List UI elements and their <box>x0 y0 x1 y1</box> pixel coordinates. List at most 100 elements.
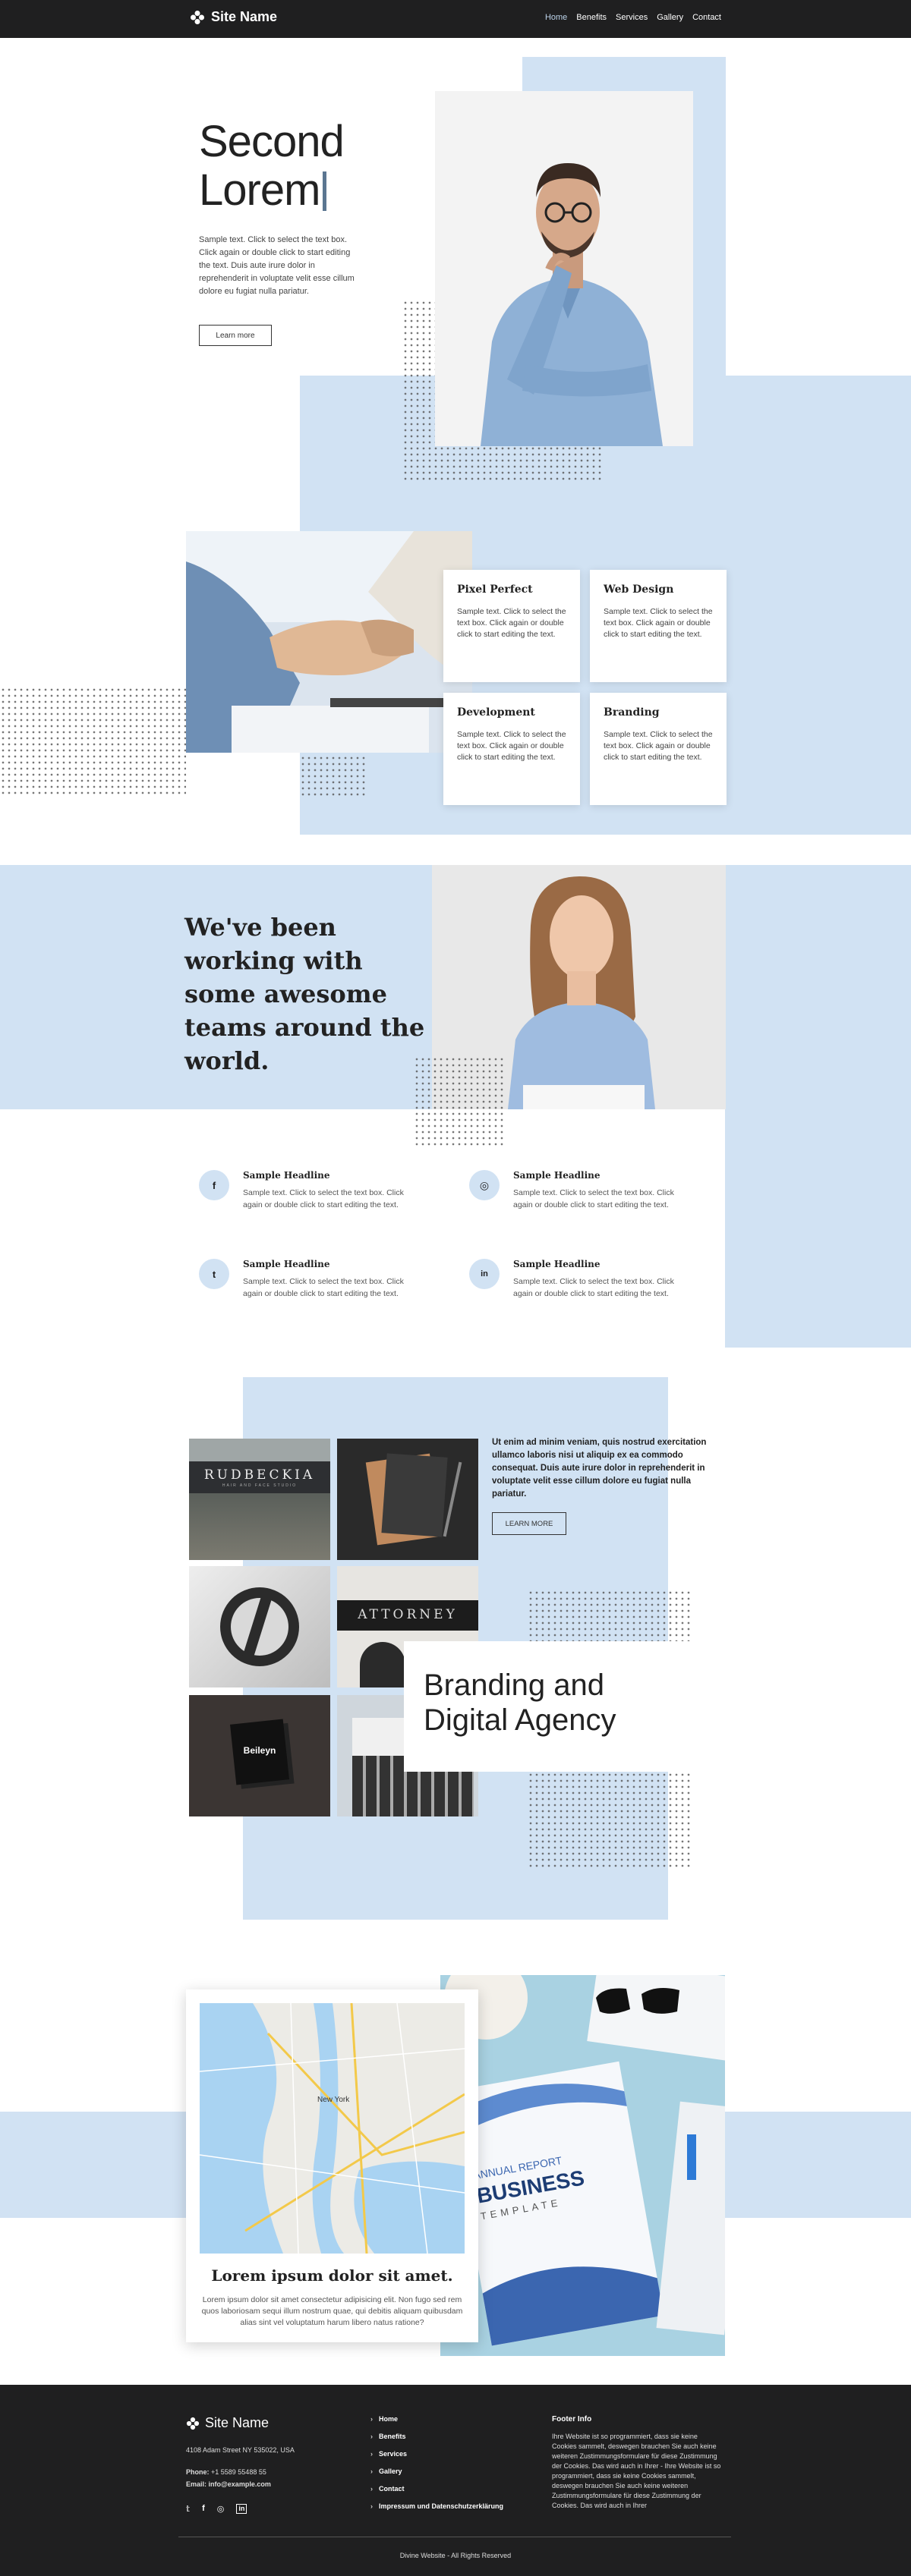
handshake-photo <box>186 531 472 753</box>
service-card-text: Sample text. Click to select the text bo… <box>604 730 713 762</box>
feature-item: in Sample Headline Sample text. Click to… <box>469 1259 697 1298</box>
gallery-text: Ut enim ad minim veniam, quis nostrud ex… <box>492 1438 707 1499</box>
map-illustration: New York <box>200 2003 465 2254</box>
gallery-tile-notebook[interactable] <box>337 1439 478 1560</box>
city-map[interactable]: New York <box>200 2003 465 2254</box>
footer-phone: Phone: +1 5589 55488 55 <box>186 2468 266 2476</box>
feature-text: Sample text. Click to select the text bo… <box>243 1188 404 1209</box>
services-dot-pattern-left <box>0 687 186 797</box>
feature-text: Sample text. Click to select the text bo… <box>243 1277 404 1298</box>
gallery-dot-pattern-top <box>528 1590 692 1641</box>
attorney-sign: ATTORNEY <box>358 1607 458 1622</box>
gallery-dot-pattern-bottom <box>528 1772 692 1869</box>
service-card-pixel-perfect[interactable]: Pixel Perfect Sample text. Click to sele… <box>443 570 580 682</box>
gallery-tile-beileyn[interactable]: Beileyn <box>189 1695 330 1816</box>
hero-text: Sample text. Click to select the text bo… <box>199 235 355 296</box>
instagram-icon[interactable]: ◎ <box>217 2504 225 2514</box>
hero-title-word: Lorem <box>199 165 320 215</box>
hero-learn-more-button[interactable]: Learn more <box>199 325 272 346</box>
linkedin-icon[interactable]: in <box>236 2504 247 2514</box>
icon-glyph: f <box>212 1179 216 1191</box>
handshake-illustration <box>186 531 472 753</box>
teams-dot-pattern <box>414 1056 505 1147</box>
instagram-icon[interactable]: ◎ <box>469 1170 500 1200</box>
service-card-web-design[interactable]: Web Design Sample text. Click to select … <box>590 570 727 682</box>
footer-link-benefits[interactable]: Benefits <box>370 2433 503 2440</box>
hero-title-line1: Second <box>199 117 345 166</box>
feature-title: Sample Headline <box>513 1170 601 1181</box>
branding-title-box: Branding and Digital Agency <box>404 1641 692 1772</box>
phone-value[interactable]: +1 5589 55488 55 <box>211 2468 266 2476</box>
footer-info-text: Ihre Website ist so programmiert, dass s… <box>552 2433 721 2509</box>
feature-title: Sample Headline <box>243 1259 330 1269</box>
email-label: Email: <box>186 2480 207 2488</box>
site-name: Site Name <box>211 9 278 24</box>
nav-home[interactable]: Home <box>545 13 567 22</box>
footer-copyright: Divine Website - All Rights Reserved <box>399 2552 512 2559</box>
footer-link-contact[interactable]: Contact <box>370 2485 503 2493</box>
twitter-icon[interactable]: 𝕥 <box>186 2504 190 2514</box>
map-card-text: Lorem ipsum dolor sit amet consectetur a… <box>201 2295 463 2327</box>
report-photo: ANNUAL REPORT BUSINESS TEMPLATE <box>440 1975 725 2356</box>
flower-logo-icon <box>191 10 204 24</box>
footer-address: 4108 Adam Street NY 535022, USA <box>186 2446 295 2454</box>
services-dot-pattern-right <box>300 755 367 799</box>
nav-contact[interactable]: Contact <box>692 13 721 22</box>
branding-title-line2: Digital Agency <box>424 1703 616 1737</box>
feature-title: Sample Headline <box>513 1259 601 1269</box>
feature-title: Sample Headline <box>243 1170 330 1181</box>
footer-links: Home Benefits Services Gallery Contact I… <box>370 2415 503 2520</box>
footer-logo[interactable]: Site Name <box>186 2415 269 2431</box>
feature-text: Sample text. Click to select the text bo… <box>513 1188 674 1209</box>
hero-man-photo <box>435 91 693 446</box>
gallery-tile-logo[interactable] <box>189 1566 330 1687</box>
service-card-title: Branding <box>604 706 660 719</box>
service-card-development[interactable]: Development Sample text. Click to select… <box>443 693 580 805</box>
footer-site-name: Site Name <box>205 2415 270 2430</box>
nav-services[interactable]: Services <box>616 13 648 22</box>
linkedin-icon[interactable]: in <box>469 1259 500 1289</box>
gallery-tile-rudbeckia[interactable]: RUDBECKIA HAIR AND FACE STUDIO <box>189 1439 330 1560</box>
nav-gallery[interactable]: Gallery <box>657 13 683 22</box>
gallery-learn-more-button[interactable]: LEARN MORE <box>492 1512 566 1535</box>
email-value[interactable]: info@example.com <box>209 2480 271 2488</box>
footer-link-home[interactable]: Home <box>370 2415 503 2423</box>
beileyn-sign: Beileyn <box>243 1745 276 1756</box>
man-illustration <box>435 91 693 446</box>
map-city-label: New York <box>317 2096 350 2104</box>
footer-social: 𝕥 f ◎ in <box>186 2504 247 2514</box>
feature-item: f Sample Headline Sample text. Click to … <box>199 1170 427 1209</box>
site-logo[interactable]: Site Name <box>190 9 277 25</box>
service-card-branding[interactable]: Branding Sample text. Click to select th… <box>590 693 727 805</box>
branding-title-line1: Branding and <box>424 1669 604 1702</box>
site-footer: Site Name 4108 Adam Street NY 535022, US… <box>0 2385 911 2576</box>
hero-title: Second Lorem <box>199 117 345 215</box>
footer-link-gallery[interactable]: Gallery <box>370 2467 503 2475</box>
service-card-text: Sample text. Click to select the text bo… <box>457 730 566 762</box>
teams-headline: We've been working with some awesome tea… <box>184 913 425 1075</box>
service-card-text: Sample text. Click to select the text bo… <box>457 607 566 639</box>
twitter-icon[interactable]: t <box>199 1259 229 1289</box>
icon-glyph: in <box>481 1269 488 1279</box>
icon-glyph: t <box>212 1268 216 1280</box>
facebook-icon[interactable]: f <box>202 2504 205 2514</box>
map-card-title: Lorem ipsum dolor sit amet. <box>211 2266 453 2285</box>
footer-link-services[interactable]: Services <box>370 2450 503 2458</box>
teams-blue-side <box>725 865 911 1348</box>
main-nav: Home Benefits Services Gallery Contact <box>545 13 721 22</box>
feature-item: ◎ Sample Headline Sample text. Click to … <box>469 1170 697 1209</box>
hero-title-line2: Lorem <box>199 166 344 215</box>
annual-report-illustration: ANNUAL REPORT BUSINESS TEMPLATE <box>440 1975 725 2356</box>
nav-benefits[interactable]: Benefits <box>576 13 607 22</box>
rudbeckia-sign: RUDBECKIA <box>203 1467 316 1483</box>
footer-link-impressum[interactable]: Impressum und Datenschutzerklärung <box>370 2502 503 2510</box>
footer-info-title: Footer Info <box>552 2415 592 2423</box>
service-card-text: Sample text. Click to select the text bo… <box>604 607 713 639</box>
map-card: New York Lorem ipsum dolor sit amet. Lor… <box>186 1989 478 2342</box>
site-header: Site Name Home Benefits Services Gallery… <box>0 0 911 38</box>
phone-label: Phone: <box>186 2468 210 2476</box>
feature-item: t Sample Headline Sample text. Click to … <box>199 1259 427 1298</box>
rudbeckia-sign-sub: HAIR AND FACE STUDIO <box>222 1483 298 1488</box>
flower-logo-icon <box>186 2417 200 2430</box>
facebook-icon[interactable]: f <box>199 1170 229 1200</box>
